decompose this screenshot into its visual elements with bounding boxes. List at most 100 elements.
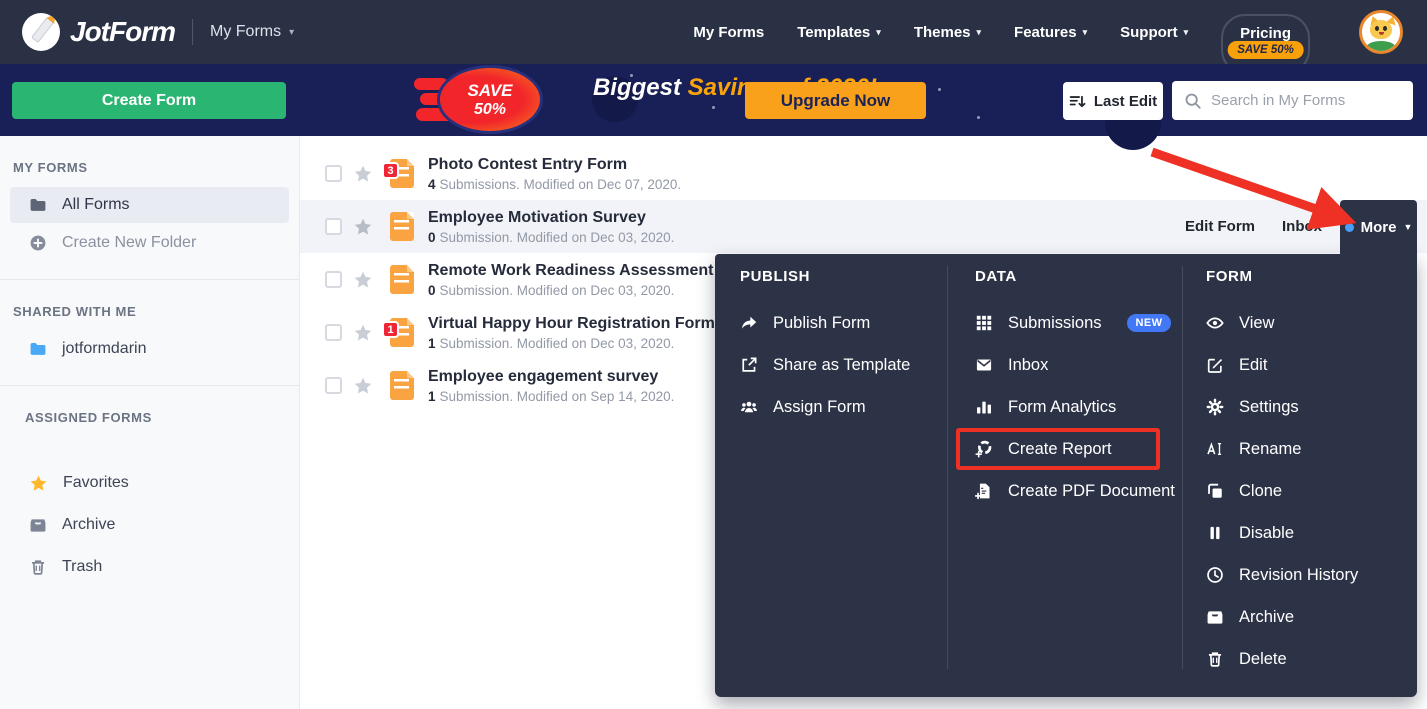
save-50-badge: SAVE 50%: [414, 65, 540, 135]
sidebar-header-shared: SHARED WITH ME: [13, 304, 299, 319]
sidebar-item-jotformdarin[interactable]: jotformdarin: [10, 331, 289, 367]
menu-item-label: Create Report: [1008, 440, 1112, 459]
sidebar-item-create-new-folder[interactable]: Create New Folder: [10, 225, 289, 261]
row-checkbox[interactable]: [325, 324, 342, 341]
menu-item-revision-history[interactable]: Revision History: [1206, 554, 1417, 596]
sidebar-item-favorites[interactable]: Favorites: [10, 465, 289, 501]
context-switcher[interactable]: My Forms ▾: [210, 23, 294, 41]
chevron-down-icon: ▾: [1184, 27, 1189, 38]
header-divider: [192, 19, 193, 45]
sidebar-item-archive[interactable]: Archive: [10, 507, 289, 543]
form-document-icon: [390, 371, 414, 400]
form-document-icon: 1: [390, 318, 414, 347]
archive-box-icon: [1206, 608, 1224, 626]
upgrade-now-button[interactable]: Upgrade Now: [745, 82, 926, 119]
analytics-bars-icon: [975, 398, 993, 416]
form-title: Employee engagement survey: [428, 368, 674, 386]
form-row-employee-motivation[interactable]: Employee Motivation Survey 0Submission. …: [300, 200, 1427, 253]
nav-features[interactable]: Features▾: [1014, 24, 1087, 41]
menu-item-label: Form Analytics: [1008, 398, 1116, 417]
nav-support[interactable]: Support▾: [1120, 24, 1188, 41]
favorite-star-icon[interactable]: [353, 270, 373, 290]
menu-item-share-as-template[interactable]: Share as Template: [740, 344, 948, 386]
row-text: Remote Work Readiness Assessment 0Submis…: [428, 262, 713, 298]
sidebar-divider: [0, 279, 299, 280]
settings-gear-icon: [1206, 398, 1224, 416]
inbox-button[interactable]: Inbox: [1282, 218, 1322, 235]
menu-item-settings[interactable]: Settings: [1206, 386, 1417, 428]
archive-icon: [29, 516, 47, 534]
menu-item-view[interactable]: View: [1206, 302, 1417, 344]
star-decoration: [977, 116, 980, 119]
row-text: Photo Contest Entry Form 4Submissions. M…: [428, 156, 681, 192]
sidebar-item-label: Trash: [62, 558, 102, 576]
menu-item-clone[interactable]: Clone: [1206, 470, 1417, 512]
chevron-down-icon: ▾: [1083, 27, 1088, 38]
menu-item-archive[interactable]: Archive: [1206, 596, 1417, 638]
menu-item-edit[interactable]: Edit: [1206, 344, 1417, 386]
favorite-star-icon[interactable]: [353, 376, 373, 396]
row-checkbox[interactable]: [325, 218, 342, 235]
menu-item-form-analytics[interactable]: Form Analytics: [975, 386, 1183, 428]
form-document-icon: 3: [390, 159, 414, 188]
menu-item-disable[interactable]: Disable: [1206, 512, 1417, 554]
headline-white: Biggest: [593, 74, 681, 101]
edit-form-button[interactable]: Edit Form: [1185, 218, 1255, 235]
menu-item-create-pdf-document[interactable]: Create PDF Document: [975, 470, 1183, 512]
nav-my-forms[interactable]: My Forms: [693, 24, 764, 41]
share-template-icon: [740, 356, 758, 374]
menu-item-rename[interactable]: Rename: [1206, 428, 1417, 470]
row-checkbox[interactable]: [325, 271, 342, 288]
save-badge-line1: SAVE: [467, 81, 512, 100]
form-title: Photo Contest Entry Form: [428, 156, 681, 174]
row-checkbox[interactable]: [325, 165, 342, 182]
search-input[interactable]: [1211, 92, 1410, 109]
form-row-photo-contest[interactable]: 3 Photo Contest Entry Form 4Submissions.…: [300, 147, 1427, 200]
sidebar-header-assigned: ASSIGNED FORMS: [25, 410, 299, 425]
context-label: My Forms: [210, 23, 281, 41]
more-label: More: [1361, 219, 1397, 236]
nav-themes[interactable]: Themes▾: [914, 24, 981, 41]
menu-item-label: Disable: [1239, 524, 1294, 543]
menu-header-form: FORM: [1206, 268, 1417, 302]
menu-item-inbox[interactable]: Inbox: [975, 344, 1183, 386]
favorite-star-icon[interactable]: [353, 323, 373, 343]
delete-trash-icon: [1206, 650, 1224, 668]
menu-item-delete[interactable]: Delete: [1206, 638, 1417, 680]
menu-item-submissions[interactable]: Submissions NEW: [975, 302, 1183, 344]
favorite-star-icon[interactable]: [353, 164, 373, 184]
sort-label: Last Edit: [1094, 93, 1157, 110]
save-badge-line2: 50%: [474, 100, 506, 119]
nav-pricing[interactable]: Pricing SAVE 50%: [1221, 14, 1310, 64]
create-report-icon: [975, 440, 993, 458]
form-meta: 0Submission. Modified on Dec 03, 2020.: [428, 230, 674, 245]
menu-item-label: Inbox: [1008, 356, 1048, 375]
menu-item-label: Delete: [1239, 650, 1287, 669]
user-avatar[interactable]: [1359, 10, 1403, 54]
sidebar-item-label: Archive: [62, 516, 115, 534]
menu-column-data: DATA Submissions NEW Inbox Form Analytic…: [948, 254, 1183, 697]
sort-button[interactable]: Last Edit: [1063, 82, 1163, 120]
menu-item-publish-form[interactable]: Publish Form: [740, 302, 948, 344]
sidebar-item-trash[interactable]: Trash: [10, 549, 289, 585]
jotform-logo[interactable]: JotForm: [22, 13, 175, 51]
sidebar-item-all-forms[interactable]: All Forms: [10, 187, 289, 223]
form-meta: 1Submission. Modified on Dec 03, 2020.: [428, 336, 715, 351]
more-dropdown-menu: PUBLISH Publish Form Share as Template A…: [715, 254, 1417, 697]
more-button[interactable]: More ▼: [1340, 200, 1417, 254]
menu-item-label: Archive: [1239, 608, 1294, 627]
inbox-envelope-icon: [975, 356, 993, 374]
menu-item-create-report[interactable]: Create Report: [975, 428, 1183, 470]
chevron-down-icon: ▾: [289, 27, 294, 38]
create-form-button[interactable]: Create Form: [12, 82, 286, 119]
header-nav: My Forms Templates▾ Themes▾ Features▾ Su…: [693, 0, 1427, 64]
nav-templates[interactable]: Templates▾: [797, 24, 881, 41]
revision-history-clock-icon: [1206, 566, 1224, 584]
submission-count-badge: 3: [382, 162, 399, 179]
menu-item-assign-form[interactable]: Assign Form: [740, 386, 948, 428]
menu-item-label: Rename: [1239, 440, 1301, 459]
create-pdf-icon: [975, 482, 993, 500]
menu-item-label: Assign Form: [773, 398, 866, 417]
favorite-star-icon[interactable]: [353, 217, 373, 237]
row-checkbox[interactable]: [325, 377, 342, 394]
